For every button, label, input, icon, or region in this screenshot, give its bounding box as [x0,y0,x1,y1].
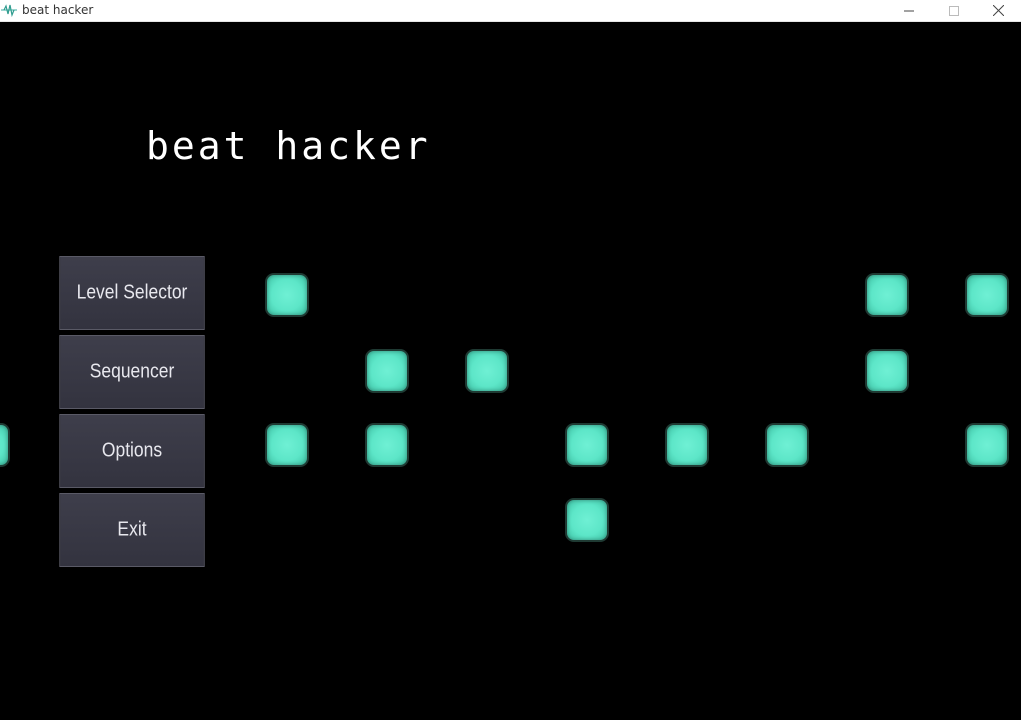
beat-cell[interactable] [265,423,309,467]
waveform-icon [1,4,17,18]
maximize-button[interactable] [931,0,976,21]
beat-cell[interactable] [565,498,609,542]
level-selector-label: Level Selector [76,281,188,304]
options-label: Options [101,439,163,462]
beat-cell[interactable] [465,349,509,393]
beat-cell[interactable] [665,423,709,467]
beat-cell[interactable] [865,349,909,393]
options-button[interactable]: Options [59,414,205,488]
level-selector-button[interactable]: Level Selector [59,256,205,330]
beat-cell[interactable] [865,273,909,317]
exit-button[interactable]: Exit [59,493,205,567]
exit-label: Exit [117,518,147,541]
window-title: beat hacker [22,3,94,17]
minimize-icon [903,10,914,11]
beat-cell[interactable] [765,423,809,467]
close-icon [993,5,1004,16]
sequencer-button[interactable]: Sequencer [59,335,205,409]
sequencer-label: Sequencer [89,360,175,383]
beat-cell[interactable] [365,349,409,393]
beat-cell[interactable] [0,423,10,467]
maximize-icon [948,5,959,16]
title-bar[interactable]: beat hacker [0,0,1021,22]
beat-cell[interactable] [265,273,309,317]
beat-cell[interactable] [965,423,1009,467]
game-title: beat hacker [146,124,431,168]
close-button[interactable] [976,0,1021,21]
game-window: beat hacker beat hacker Level Selector S… [0,0,1021,720]
beat-cell[interactable] [365,423,409,467]
minimize-button[interactable] [886,0,931,21]
beat-cell[interactable] [965,273,1009,317]
beat-cell[interactable] [565,423,609,467]
